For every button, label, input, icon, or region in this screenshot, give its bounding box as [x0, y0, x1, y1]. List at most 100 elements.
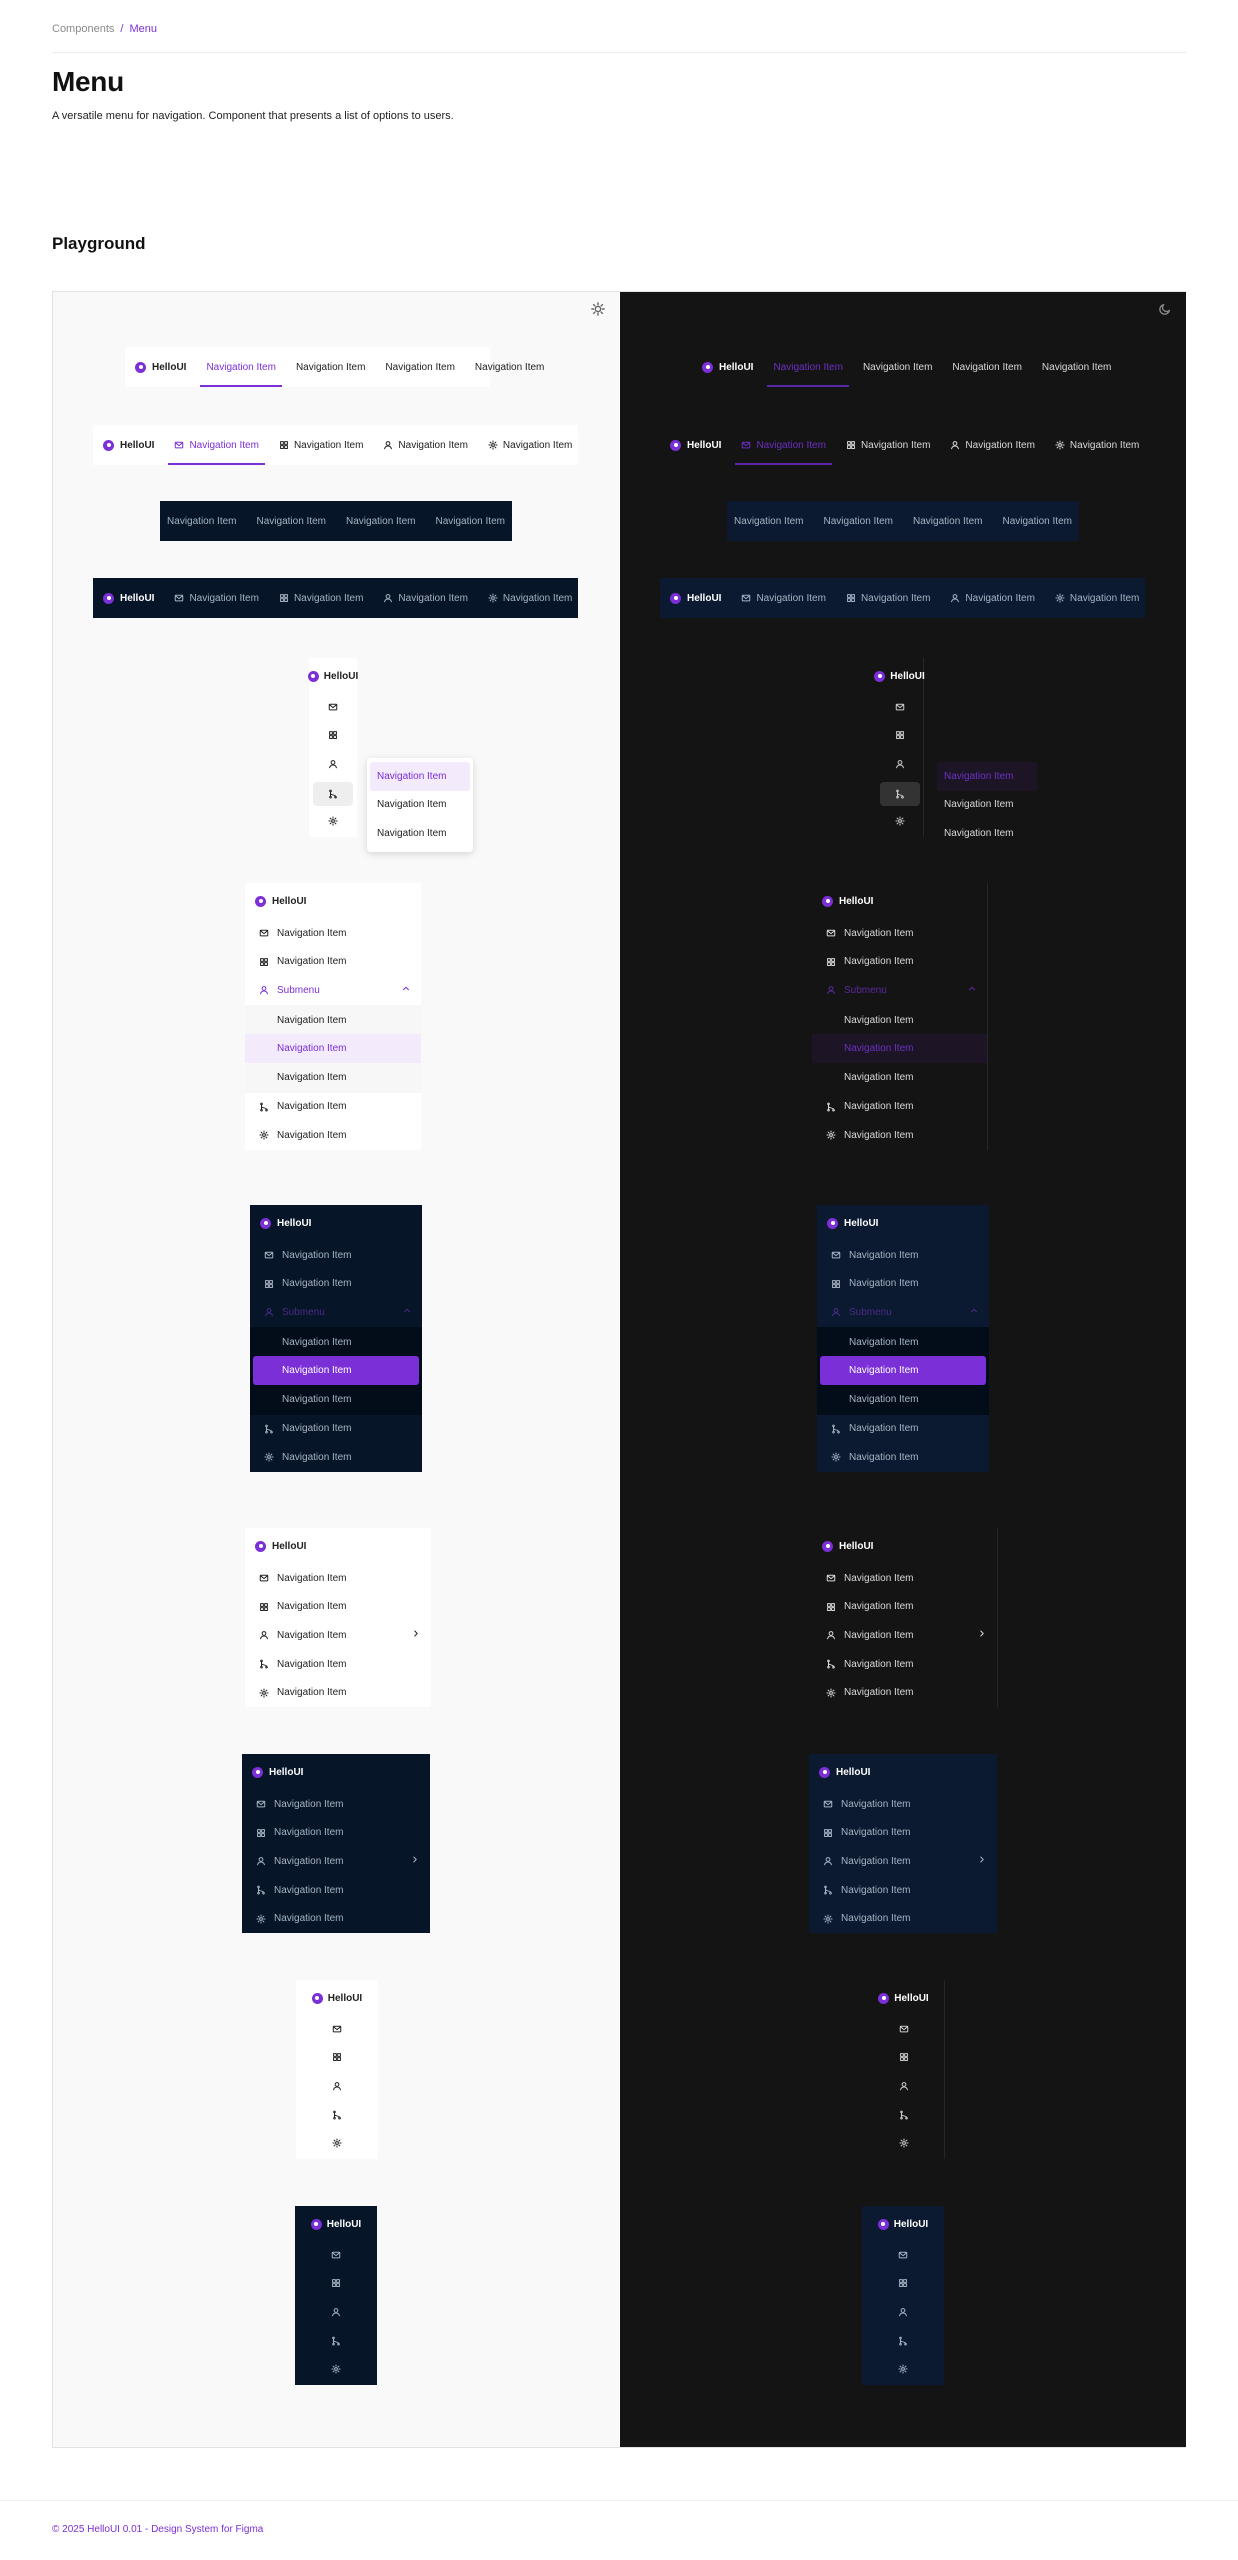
nav-item[interactable]: Navigation Item: [164, 578, 268, 618]
submenu-item[interactable]: Navigation Item: [812, 1006, 987, 1035]
nav-icon-item[interactable]: [295, 2299, 377, 2328]
submenu-item[interactable]: Navigation Item: [250, 1385, 422, 1414]
brand[interactable]: HelloUI: [660, 425, 731, 465]
popup-item[interactable]: Navigation Item: [934, 819, 1040, 848]
nav-item[interactable]: Navigation Item: [196, 347, 285, 387]
nav-item[interactable]: Navigation Item: [242, 1904, 430, 1933]
nav-icon-item[interactable]: [863, 2130, 944, 2159]
nav-item[interactable]: Navigation Item: [250, 1443, 422, 1472]
nav-item[interactable]: Navigation Item: [814, 501, 903, 541]
brand[interactable]: HelloUI: [242, 1754, 430, 1790]
nav-item[interactable]: Navigation Item: [812, 1593, 997, 1622]
nav-item[interactable]: Navigation Item: [812, 1564, 997, 1593]
nav-item[interactable]: Navigation Item: [245, 1093, 421, 1122]
nav-item[interactable]: Navigation Item: [940, 425, 1044, 465]
brand[interactable]: HelloUI: [863, 1980, 944, 2016]
nav-item[interactable]: Navigation Item: [731, 578, 835, 618]
nav-icon-item[interactable]: [295, 2356, 377, 2385]
breadcrumb-parent[interactable]: Components: [52, 23, 114, 35]
brand[interactable]: HelloUI: [817, 1205, 989, 1241]
nav-item[interactable]: Navigation Item: [245, 948, 421, 977]
submenu-item[interactable]: Navigation Item: [245, 1063, 421, 1092]
nav-item[interactable]: Navigation Item: [817, 1443, 989, 1472]
nav-item[interactable]: Navigation Item: [942, 347, 1031, 387]
nav-item[interactable]: Navigation Item: [836, 425, 940, 465]
nav-item[interactable]: Navigation Item: [242, 1819, 430, 1848]
nav-icon-item[interactable]: [309, 751, 357, 780]
nav-icon-item[interactable]: [309, 723, 357, 752]
nav-icon-item[interactable]: [296, 2130, 378, 2159]
nav-item[interactable]: Navigation Item: [269, 578, 373, 618]
submenu-toggle[interactable]: Submenu: [250, 1298, 422, 1327]
nav-icon-item[interactable]: [876, 723, 923, 752]
brand[interactable]: HelloUI: [307, 658, 358, 694]
sun-icon[interactable]: [591, 302, 607, 318]
nav-icon-item[interactable]: [296, 2045, 378, 2074]
nav-icon-item[interactable]: [863, 2016, 944, 2045]
nav-item[interactable]: Navigation Item: [164, 425, 268, 465]
nav-item[interactable]: Navigation Item: [809, 1790, 997, 1819]
nav-icon-item[interactable]: [862, 2356, 944, 2385]
nav-item[interactable]: Navigation Item: [425, 501, 514, 541]
nav-item[interactable]: Navigation Item: [247, 501, 336, 541]
popup-item[interactable]: Navigation Item: [367, 819, 473, 848]
nav-item[interactable]: Navigation Item: [242, 1876, 430, 1905]
nav-item[interactable]: Navigation Item: [940, 578, 1044, 618]
brand[interactable]: HelloUI: [862, 2206, 944, 2242]
nav-item[interactable]: Navigation Item: [245, 1621, 431, 1650]
nav-item[interactable]: Navigation Item: [992, 501, 1081, 541]
nav-item[interactable]: Navigation Item: [1032, 347, 1121, 387]
nav-item[interactable]: Navigation Item: [1045, 578, 1149, 618]
nav-icon-item[interactable]: [862, 2271, 944, 2300]
nav-item[interactable]: Navigation Item: [731, 425, 835, 465]
nav-item[interactable]: Navigation Item: [245, 1650, 431, 1679]
nav-icon-item[interactable]: [296, 2016, 378, 2045]
nav-item[interactable]: Navigation Item: [250, 1241, 422, 1270]
submenu-toggle[interactable]: Submenu: [812, 976, 987, 1005]
nav-item[interactable]: Navigation Item: [242, 1847, 430, 1876]
brand[interactable]: HelloUI: [250, 1205, 422, 1241]
brand[interactable]: HelloUI: [660, 578, 731, 618]
nav-item[interactable]: Navigation Item: [809, 1847, 997, 1876]
submenu-item[interactable]: Navigation Item: [253, 1356, 419, 1385]
nav-icon-item[interactable]: [876, 751, 923, 780]
nav-item[interactable]: Navigation Item: [809, 1904, 997, 1933]
nav-icon-item[interactable]: [863, 2073, 944, 2102]
submenu-item[interactable]: Navigation Item: [250, 1328, 422, 1357]
nav-item[interactable]: Navigation Item: [812, 1621, 997, 1650]
nav-item[interactable]: Navigation Item: [373, 578, 477, 618]
brand[interactable]: HelloUI: [93, 578, 164, 618]
popup-item[interactable]: Navigation Item: [367, 791, 473, 820]
nav-icon-item[interactable]: [295, 2242, 377, 2271]
nav-icon-item[interactable]: [295, 2271, 377, 2300]
submenu-item[interactable]: Navigation Item: [817, 1385, 989, 1414]
submenu-item[interactable]: Navigation Item: [820, 1356, 986, 1385]
nav-icon-item[interactable]: [862, 2242, 944, 2271]
nav-item[interactable]: Navigation Item: [812, 1121, 987, 1150]
brand[interactable]: HelloUI: [296, 1980, 378, 2016]
nav-item[interactable]: Navigation Item: [245, 1121, 421, 1150]
nav-item[interactable]: Navigation Item: [809, 1819, 997, 1848]
brand[interactable]: HelloUI: [295, 2206, 377, 2242]
nav-item[interactable]: Navigation Item: [724, 501, 813, 541]
nav-item[interactable]: Navigation Item: [812, 1650, 997, 1679]
submenu-item[interactable]: Navigation Item: [817, 1328, 989, 1357]
nav-item[interactable]: Navigation Item: [817, 1270, 989, 1299]
submenu-toggle[interactable]: Submenu: [817, 1298, 989, 1327]
nav-icon-item[interactable]: [863, 2102, 944, 2131]
brand[interactable]: HelloUI: [812, 883, 987, 919]
brand[interactable]: HelloUI: [125, 347, 196, 387]
nav-icon-item[interactable]: [309, 780, 357, 809]
nav-icon-item[interactable]: [309, 808, 357, 837]
nav-item[interactable]: Navigation Item: [812, 948, 987, 977]
nav-item[interactable]: Navigation Item: [478, 425, 582, 465]
submenu-item[interactable]: Navigation Item: [245, 1034, 421, 1063]
submenu-item[interactable]: Navigation Item: [812, 1063, 987, 1092]
nav-item[interactable]: Navigation Item: [375, 347, 464, 387]
nav-icon-item[interactable]: [862, 2299, 944, 2328]
nav-icon-item[interactable]: [862, 2328, 944, 2357]
brand[interactable]: HelloUI: [245, 883, 421, 919]
nav-item[interactable]: Navigation Item: [245, 1593, 431, 1622]
nav-item[interactable]: Navigation Item: [245, 919, 421, 948]
submenu-toggle[interactable]: Submenu: [245, 976, 421, 1005]
